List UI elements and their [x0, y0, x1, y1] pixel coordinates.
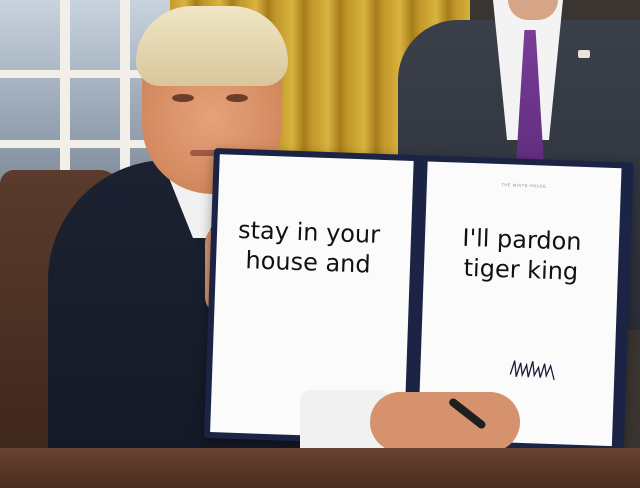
lapel-pin [578, 50, 590, 58]
signature-mark [509, 360, 555, 381]
window-frame [120, 0, 130, 190]
right-hand [370, 392, 520, 452]
seated-person-hair [136, 6, 288, 86]
left-page-text: stay in your house and [237, 215, 381, 279]
window-frame [60, 0, 70, 190]
meme-scene: stay in your house and THE WHITE HOUSE I… [0, 0, 640, 488]
right-page-text: I'll pardon tiger king [461, 223, 583, 286]
desk [0, 448, 640, 488]
page-header: THE WHITE HOUSE [501, 182, 547, 189]
eye [172, 94, 194, 102]
eye [226, 94, 248, 102]
